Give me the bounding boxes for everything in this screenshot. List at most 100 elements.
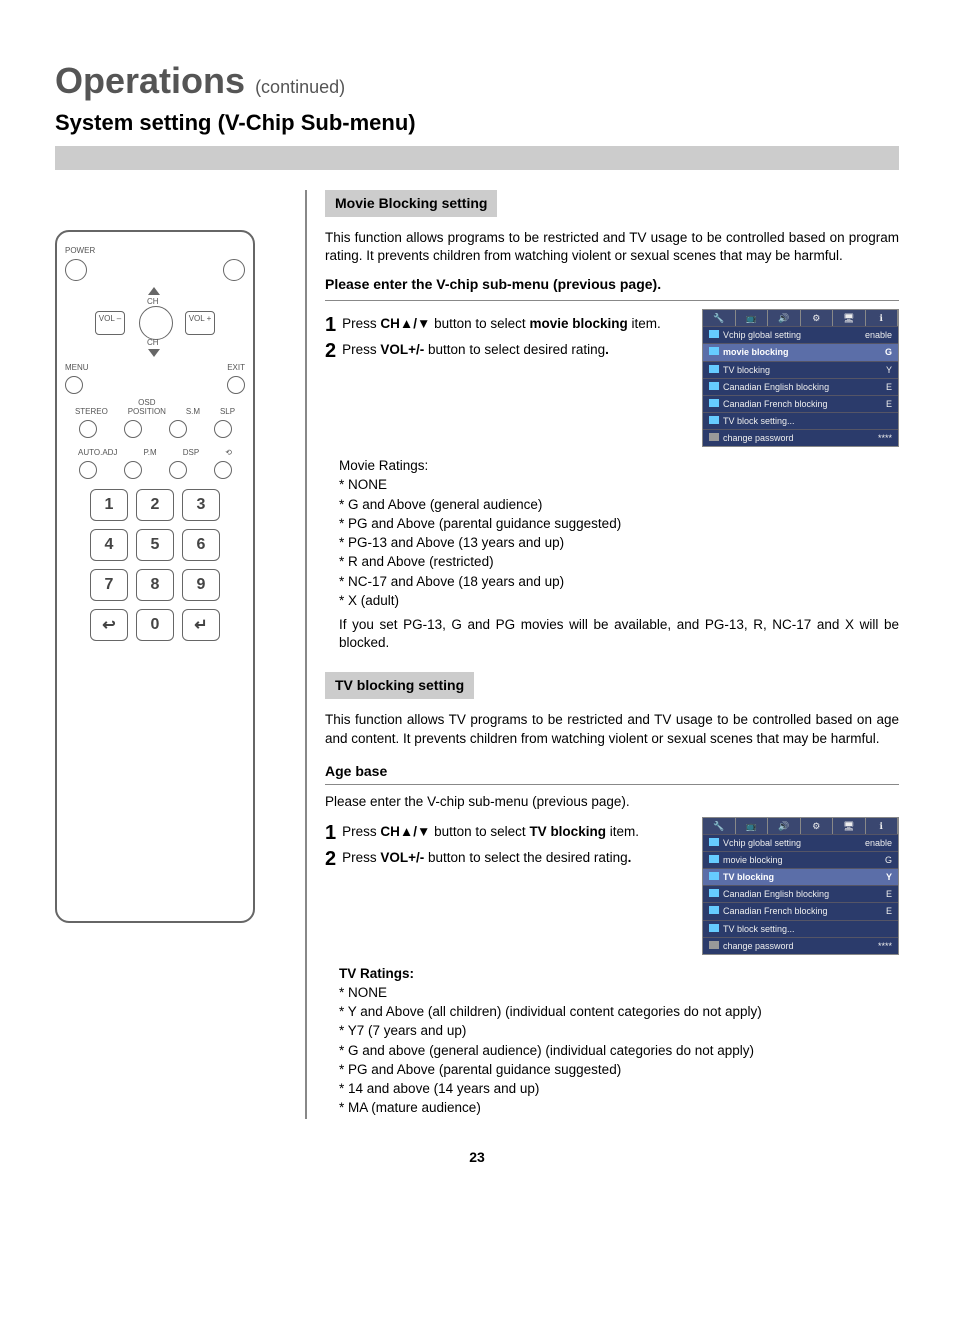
dsp-label: DSP (183, 448, 199, 457)
rating-item: * NONE (339, 984, 899, 1002)
loop-label: ⟲ (225, 448, 232, 457)
num-8: 8 (136, 569, 174, 601)
movie-ratings-list: Movie Ratings: * NONE * G and Above (gen… (339, 457, 899, 610)
tv-ratings-list: TV Ratings: * NONE * Y and Above (all ch… (339, 965, 899, 1118)
title-text: Operations (55, 60, 245, 101)
tv-step-1: 1 Press CH▲/▼ button to select TV blocki… (325, 823, 682, 843)
osd-row: TV blockingY (703, 361, 898, 378)
vol-minus-button: VOL – (95, 311, 125, 335)
pm-btn-icon (124, 461, 142, 479)
menu-button-icon (65, 376, 83, 394)
rating-item: * NONE (339, 476, 899, 494)
title-continued: (continued) (255, 77, 345, 97)
osd-row: Canadian English blockingE (703, 378, 898, 395)
number-pad: 1 2 3 4 5 6 7 8 9 ↩ 0 ↵ (65, 489, 245, 641)
loop-btn-icon (214, 461, 232, 479)
stereo-btn-icon (79, 420, 97, 438)
osd-row: movie blockingG (703, 851, 898, 868)
arrow-up-icon (148, 287, 160, 295)
osd-tab-icon: 🔧 (703, 310, 736, 326)
page-title: Operations (continued) (55, 60, 899, 102)
num-9: 9 (182, 569, 220, 601)
arrow-down-icon (148, 349, 160, 357)
osd-tab-icon: 🖥 (833, 310, 866, 326)
rating-item: * R and Above (restricted) (339, 553, 899, 571)
num-4: 4 (90, 529, 128, 561)
movie-note: If you set PG-13, G and PG movies will b… (339, 616, 899, 652)
num-7: 7 (90, 569, 128, 601)
rating-item: * MA (mature audience) (339, 1099, 899, 1117)
num-3: 3 (182, 489, 220, 521)
osd-menu-tv: 🔧 📺 🔊 ⚙ 🖥 ℹ Vchip global settingenable m… (702, 817, 899, 955)
enter-vchip-instruction-tv: Please enter the V-chip sub-menu (previo… (325, 793, 899, 811)
tv-blocking-desc: This function allows TV programs to be r… (325, 711, 899, 747)
movie-blocking-desc: This function allows programs to be rest… (325, 229, 899, 265)
osd-tab-icon: ℹ (866, 310, 899, 326)
tv-step-2: 2 Press VOL+/- button to select the desi… (325, 849, 682, 869)
ch-up-label: CH (147, 297, 159, 306)
rating-item: * NC-17 and Above (18 years and up) (339, 573, 899, 591)
num-1: 1 (90, 489, 128, 521)
sm-label: S.M (186, 407, 200, 416)
auto-btn-icon (79, 461, 97, 479)
menu-label: MENU (65, 363, 89, 372)
osd-row-selected: TV blockingY (703, 868, 898, 885)
osd-row: change password**** (703, 937, 898, 954)
osd-tab-icon: 🔊 (768, 818, 801, 834)
osd-row: Vchip global settingenable (703, 834, 898, 851)
remote-illustration: POWER CH VOL – VOL + CH MENUEXIT STEREO … (55, 230, 255, 923)
osd-row: Canadian French blockingE (703, 902, 898, 919)
osd-btn-icon (124, 420, 142, 438)
osd-tab-icon: 🔧 (703, 818, 736, 834)
mute-button-icon (223, 259, 245, 281)
osd-row: TV block setting... (703, 920, 898, 937)
pm-label: P.M (143, 448, 156, 457)
osd-row: Canadian French blockingE (703, 395, 898, 412)
age-base-heading: Age base (325, 762, 899, 781)
sm-btn-icon (169, 420, 187, 438)
osd-row: Vchip global settingenable (703, 326, 898, 343)
osd-tab-icon: ⚙ (801, 310, 834, 326)
tv-blocking-heading: TV blocking setting (325, 672, 474, 699)
osd-tab-icon: 🖥 (833, 818, 866, 834)
osd-tab-icon: ⚙ (801, 818, 834, 834)
nav-center (139, 306, 173, 340)
osd-tab-icon: ℹ (866, 818, 899, 834)
ch-down-label: CH (147, 338, 159, 347)
power-button-icon (65, 259, 87, 281)
osd-menu-movie: 🔧 📺 🔊 ⚙ 🖥 ℹ Vchip global settingenable m… (702, 309, 899, 447)
rating-item: * PG and Above (parental guidance sugges… (339, 515, 899, 533)
osd-row-selected: movie blockingG (703, 343, 898, 360)
osd-label: OSD POSITION (128, 398, 166, 416)
divider (325, 300, 899, 301)
movie-step-2: 2 Press VOL+/- button to select desired … (325, 341, 682, 361)
num-2: 2 (136, 489, 174, 521)
osd-row: Canadian English blockingE (703, 885, 898, 902)
movie-ratings-title: Movie Ratings: (339, 457, 899, 475)
divider (325, 784, 899, 785)
rating-item: * PG-13 and Above (13 years and up) (339, 534, 899, 552)
num-6: 6 (182, 529, 220, 561)
osd-tab-icon: 📺 (736, 818, 769, 834)
num-0: 0 (136, 609, 174, 641)
vol-plus-button: VOL + (185, 311, 215, 335)
osd-tab-icon: 📺 (736, 310, 769, 326)
divider-bar (55, 146, 899, 170)
slp-btn-icon (214, 420, 232, 438)
rating-item: * G and Above (general audience) (339, 496, 899, 514)
power-label: POWER (65, 246, 95, 255)
dsp-btn-icon (169, 461, 187, 479)
rating-item: * Y and Above (all children) (individual… (339, 1003, 899, 1021)
num-5: 5 (136, 529, 174, 561)
rating-item: * G and above (general audience) (indivi… (339, 1042, 899, 1060)
rating-item: * 14 and above (14 years and up) (339, 1080, 899, 1098)
auto-label: AUTO.ADJ (78, 448, 117, 457)
recall-btn: ↩ (90, 609, 128, 641)
osd-tab-icon: 🔊 (768, 310, 801, 326)
osd-row: change password**** (703, 429, 898, 446)
tv-ratings-title: TV Ratings: (339, 965, 899, 983)
stereo-label: STEREO (75, 407, 108, 416)
page-number: 23 (55, 1149, 899, 1165)
enter-vchip-instruction: Please enter the V-chip sub-menu (previo… (325, 275, 899, 294)
exit-button-icon (227, 376, 245, 394)
